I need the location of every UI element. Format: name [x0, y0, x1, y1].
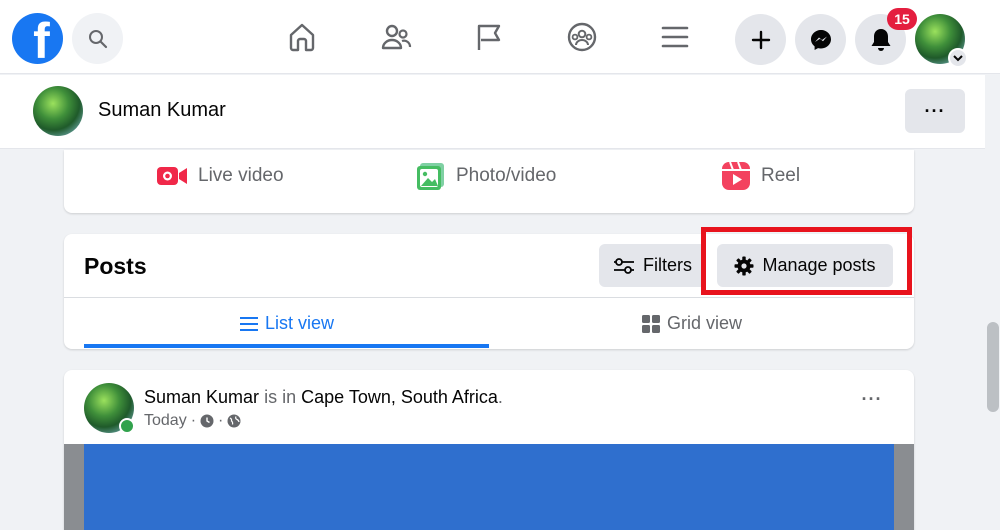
post-media — [64, 444, 914, 530]
nav-home[interactable] — [284, 19, 320, 55]
meta-separator: · — [218, 412, 224, 429]
post-card: Suman Kumar is in Cape Town, South Afric… — [64, 370, 914, 530]
tab-list-view-label: List view — [264, 313, 335, 333]
nav-menu[interactable] — [657, 19, 693, 55]
reel-icon — [722, 161, 750, 190]
post-image[interactable] — [84, 444, 894, 530]
notification-badge: 15 — [887, 8, 917, 30]
flag-icon — [477, 24, 501, 50]
live-video-button[interactable]: Live video — [156, 160, 284, 192]
profile-name[interactable]: Suman Kumar — [98, 99, 226, 122]
home-icon — [289, 23, 315, 52]
scrollbar-thumb[interactable] — [987, 322, 999, 412]
messenger-button[interactable] — [795, 14, 846, 65]
search-button[interactable] — [72, 13, 123, 64]
bell-icon — [871, 28, 890, 51]
top-navigation-bar: f 15 — [0, 0, 1000, 74]
menu-icon — [661, 26, 689, 48]
post-location-link[interactable]: Cape Town, South Africa — [301, 387, 498, 407]
reel-button[interactable]: Reel — [721, 160, 800, 192]
nav-pages[interactable] — [471, 19, 507, 55]
video-camera-icon — [157, 167, 187, 185]
logo-letter: f — [33, 13, 50, 64]
tab-list-view[interactable]: List view — [84, 298, 489, 349]
photo-video-button[interactable]: Photo/video — [416, 160, 556, 192]
posts-title: Posts — [84, 253, 147, 279]
messenger-icon — [810, 29, 831, 50]
post-period: . — [497, 387, 503, 407]
composer-card: Live video Photo/video Reel — [64, 150, 914, 213]
create-button[interactable] — [735, 14, 786, 65]
highlight-annotation-box — [701, 227, 912, 295]
photo-video-label: Photo/video — [456, 165, 557, 186]
post-author-name[interactable]: Suman Kumar — [144, 387, 259, 407]
meta-separator: · — [190, 412, 197, 429]
friends-icon — [381, 24, 412, 50]
nav-friends[interactable] — [378, 19, 414, 55]
post-headline: Suman Kumar is in Cape Town, South Afric… — [144, 387, 503, 408]
reel-label: Reel — [761, 165, 801, 186]
profile-more-button[interactable]: ··· — [905, 89, 965, 133]
groups-icon — [567, 22, 597, 52]
nav-groups[interactable] — [564, 19, 600, 55]
chevron-down-icon — [953, 55, 963, 62]
filters-label: Filters — [643, 255, 692, 275]
sliders-icon — [614, 257, 634, 274]
search-icon — [88, 29, 107, 48]
active-tab-indicator — [84, 344, 489, 348]
post-is-in-text: is in — [264, 387, 297, 407]
facebook-logo[interactable]: f — [12, 13, 63, 64]
globe-icon — [227, 414, 241, 428]
tab-grid-view-label: Grid view — [666, 313, 742, 333]
post-meta: Today · · — [144, 412, 241, 430]
live-video-label: Live video — [198, 165, 284, 186]
profile-header-bar: Suman Kumar ··· — [0, 75, 985, 149]
scrollbar-track — [985, 75, 1000, 530]
tab-grid-view[interactable]: Grid view — [489, 298, 894, 349]
grid-icon — [641, 314, 660, 333]
clock-icon — [200, 414, 214, 428]
plus-icon — [751, 30, 770, 49]
post-timestamp[interactable]: Today — [144, 412, 187, 430]
photo-icon — [417, 163, 444, 190]
post-options-button[interactable]: ··· — [859, 390, 885, 412]
account-menu-button[interactable] — [948, 48, 968, 68]
online-status-dot — [119, 418, 135, 434]
list-icon — [239, 316, 258, 331]
profile-avatar[interactable] — [33, 86, 83, 136]
filters-button[interactable]: Filters — [599, 244, 706, 287]
